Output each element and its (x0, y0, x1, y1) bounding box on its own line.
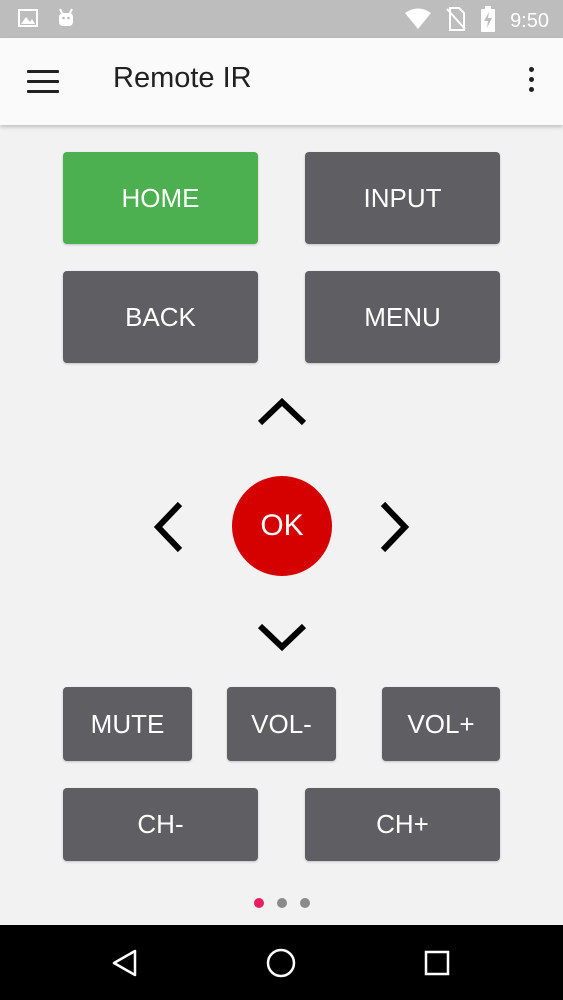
ch-down-button[interactable]: CH- (63, 788, 258, 861)
vol-up-button[interactable]: VOL+ (382, 687, 500, 761)
dpad-left-button[interactable] (148, 500, 188, 558)
page-indicator (0, 898, 563, 908)
image-icon (18, 8, 38, 32)
app-title: Remote IR (113, 62, 252, 94)
ok-button[interactable]: OK (232, 476, 332, 576)
hamburger-menu-icon[interactable] (27, 70, 59, 94)
chevron-down-icon (257, 623, 307, 652)
menu-button[interactable]: MENU (305, 271, 500, 363)
page-dot-3[interactable] (299, 898, 310, 908)
nav-back-button[interactable] (90, 925, 160, 1000)
chevron-left-icon (153, 501, 183, 553)
wifi-icon (404, 8, 432, 34)
battery-charging-icon (480, 6, 496, 36)
home-button[interactable]: HOME (63, 152, 258, 244)
chevron-right-icon (380, 501, 410, 553)
dpad-down-button[interactable] (255, 618, 309, 660)
page-dot-1[interactable] (253, 898, 264, 908)
vol-down-button[interactable]: VOL- (227, 687, 336, 761)
system-nav-bar (0, 925, 563, 1000)
app-bar: Remote IR (0, 38, 563, 125)
dpad-up-button[interactable] (255, 393, 309, 435)
status-bar: 9:50 (0, 0, 563, 38)
dpad-right-button[interactable] (375, 500, 415, 558)
nav-home-button[interactable] (246, 925, 316, 1000)
input-button[interactable]: INPUT (305, 152, 500, 244)
chevron-up-icon (257, 397, 307, 426)
recents-icon (424, 950, 450, 975)
nav-recents-button[interactable] (402, 925, 472, 1000)
mute-button[interactable]: MUTE (63, 687, 192, 761)
home-icon (266, 948, 296, 977)
ch-up-button[interactable]: CH+ (305, 788, 500, 861)
back-icon (112, 949, 137, 976)
more-vert-icon[interactable] (527, 67, 535, 97)
android-icon (56, 8, 76, 32)
status-time: 9:50 (510, 9, 549, 32)
no-sim-icon (446, 7, 466, 35)
back-button[interactable]: BACK (63, 271, 258, 363)
page-dot-2[interactable] (276, 898, 287, 908)
